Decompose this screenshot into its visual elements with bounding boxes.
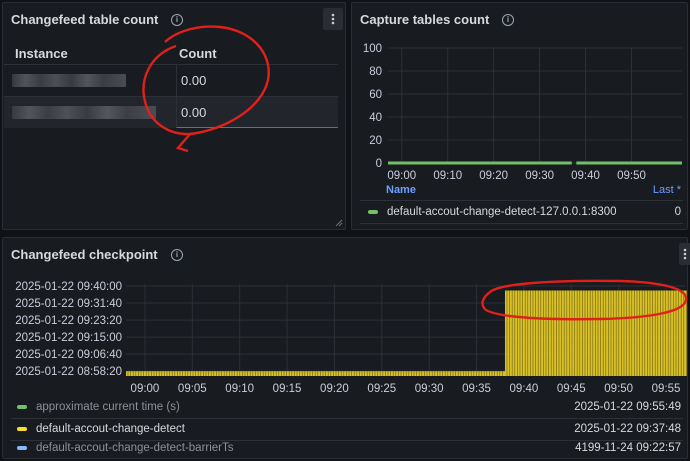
legend-series-name: default-accout-change-detect-barrierTs: [36, 442, 234, 454]
x-tick-label: 09:50: [617, 170, 646, 182]
changefeed-table-count-panel: Changefeed table count i Instance Count …: [2, 2, 346, 230]
y-tick-label: 0: [376, 158, 382, 170]
legend-item[interactable]: default-accout-change-detect: [17, 423, 185, 435]
legend-divider: [360, 200, 683, 201]
legend-item[interactable]: default-accout-change-detect-barrierTs: [17, 442, 234, 454]
x-tick-label: 09:30: [525, 170, 554, 182]
x-tick-label: 09:05: [178, 383, 207, 395]
legend-value: 4199-11-24 09:22:57: [575, 442, 681, 454]
y-tick-label: 2025-01-22 09:06:40: [15, 349, 122, 361]
count-cell: 0.00: [176, 97, 338, 128]
x-tick-label: 09:35: [462, 383, 491, 395]
x-tick-label: 09:50: [604, 383, 633, 395]
x-tick-label: 09:00: [131, 383, 160, 395]
series-color-swatch: [17, 445, 27, 450]
legend-divider: [360, 223, 683, 224]
kebab-menu-icon: [331, 13, 335, 25]
x-tick-label: 09:10: [433, 170, 462, 182]
y-tick-label: 60: [369, 89, 382, 101]
y-tick-label: 2025-01-22 09:31:40: [15, 298, 122, 310]
kebab-menu-icon: [683, 248, 687, 260]
bar-segment: [504, 290, 687, 376]
x-tick-label: 09:40: [571, 170, 600, 182]
x-tick-label: 09:10: [225, 383, 254, 395]
y-tick-label: 100: [363, 43, 382, 55]
x-tick-label: 09:00: [387, 170, 416, 182]
series-color-swatch: [368, 209, 378, 214]
changefeed-checkpoint-panel: Changefeed checkpoint i 2025-01-22 09:40…: [2, 237, 690, 459]
info-icon[interactable]: i: [502, 14, 514, 26]
panel-title: Changefeed table count: [11, 12, 159, 27]
legend-value: 0: [674, 206, 681, 218]
y-tick-label: 2025-01-22 09:15:00: [15, 332, 122, 344]
y-tick-label: 2025-01-22 09:23:20: [15, 315, 122, 327]
panel-title: Changefeed checkpoint: [11, 247, 158, 262]
series-color-swatch: [17, 426, 27, 431]
legend-series-name: approximate current time (s): [36, 401, 180, 413]
legend-series-name: default-accout-change-detect: [36, 423, 185, 435]
x-tick-label: 09:20: [320, 383, 349, 395]
legend-divider: [11, 418, 683, 419]
legend-value: 2025-01-22 09:37:48: [574, 423, 681, 435]
resize-handle-icon[interactable]: [335, 219, 343, 227]
x-tick-label: 09:45: [557, 383, 586, 395]
panel-menu-button[interactable]: [679, 243, 690, 265]
x-tick-label: 09:25: [367, 383, 396, 395]
panel-menu-button[interactable]: [323, 8, 343, 30]
x-tick-label: 09:30: [415, 383, 444, 395]
column-header-instance[interactable]: Instance: [15, 46, 68, 61]
legend-series-name: default-accout-change-detect-127.0.0.1:8…: [387, 206, 617, 218]
y-tick-label: 2025-01-22 08:58:20: [15, 366, 122, 378]
legend-item[interactable]: approximate current time (s): [17, 401, 180, 413]
checkpoint-chart[interactable]: 2025-01-22 09:40:00 2025-01-22 09:31:40 20…: [3, 272, 687, 402]
table-row[interactable]: 0.00: [4, 64, 338, 96]
legend-item[interactable]: default-accout-change-detect-127.0.0.1:8…: [368, 206, 617, 218]
redacted-instance: [12, 106, 156, 119]
x-tick-label: 09:20: [479, 170, 508, 182]
legend-header-last[interactable]: Last *: [653, 184, 681, 196]
capture-tables-chart[interactable]: 100 80 60 40 20 0 09:00 09:10 09:20 09:30 09:40 09:…: [352, 33, 687, 193]
y-tick-label: 40: [369, 112, 382, 124]
y-tick-label: 2025-01-22 09:40:00: [15, 281, 122, 293]
y-tick-label: 80: [369, 66, 382, 78]
y-tick-label: 20: [369, 135, 382, 147]
info-icon[interactable]: i: [171, 249, 183, 261]
legend-divider: [11, 440, 683, 441]
panel-title: Capture tables count: [360, 12, 490, 27]
table-row[interactable]: 0.00: [4, 96, 338, 128]
info-icon[interactable]: i: [171, 14, 183, 26]
x-tick-label: 09:55: [652, 383, 681, 395]
x-tick-label: 09:15: [273, 383, 302, 395]
legend-value: 2025-01-22 09:55:49: [574, 401, 681, 413]
count-cell: 0.00: [176, 65, 338, 96]
column-header-count[interactable]: Count: [179, 46, 217, 61]
legend-header-name[interactable]: Name: [386, 184, 416, 196]
redacted-instance: [12, 74, 126, 87]
series-color-swatch: [17, 404, 27, 409]
capture-tables-count-panel: Capture tables count i 100 80 60 40 20 0 09:00…: [351, 2, 688, 230]
x-tick-label: 09:40: [510, 383, 539, 395]
